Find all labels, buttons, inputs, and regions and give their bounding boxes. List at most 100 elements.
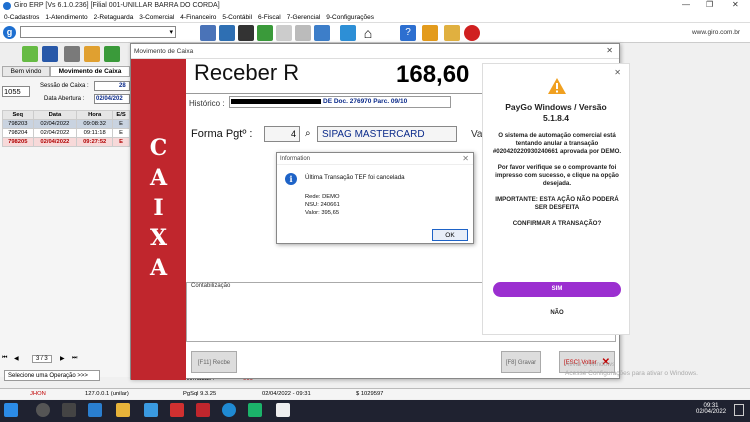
table-row[interactable]: 798204 02/04/2022 09:11:18 E: [2, 128, 130, 138]
app-icon-b[interactable]: [170, 403, 184, 417]
paygo-dialog: ✕ PayGo Windows / Versão 5.1.8.4 O siste…: [482, 63, 630, 335]
users-icon[interactable]: [200, 25, 216, 41]
menu-retaguarda[interactable]: 2-Retaguarda: [94, 12, 134, 23]
info-close-icon[interactable]: ✕: [462, 154, 469, 163]
search-icon[interactable]: [36, 403, 50, 417]
clock[interactable]: 09:31 02/04/2022: [696, 403, 726, 415]
money-bag-icon[interactable]: [84, 46, 100, 62]
prev-page-icon[interactable]: ◀: [14, 355, 19, 362]
first-page-icon[interactable]: ⏮: [2, 355, 7, 362]
gear-icon[interactable]: [295, 25, 311, 41]
minimize-icon[interactable]: —: [682, 0, 690, 9]
table-row[interactable]: 798203 02/04/2022 09:08:32 E: [2, 119, 130, 129]
historico-text: DE Doc. 276970 Parc. 09/10: [323, 98, 408, 105]
menu-comercial[interactable]: 3-Comercial: [139, 12, 174, 23]
caixa-banner: C A I X A: [131, 59, 186, 380]
menu-financeiro[interactable]: 4-Financeiro: [180, 12, 216, 23]
caixa-close-icon[interactable]: ✕: [606, 46, 613, 55]
app-icon-a[interactable]: [144, 403, 158, 417]
refresh-icon[interactable]: [340, 25, 356, 41]
code-field[interactable]: 1055: [2, 86, 30, 97]
vscode-icon[interactable]: [88, 403, 102, 417]
explorer-icon[interactable]: [116, 403, 130, 417]
app-icon-c[interactable]: [248, 403, 262, 417]
start-icon[interactable]: [4, 403, 18, 417]
table-row-selected[interactable]: 798205 02/04/2022 09:27:52 E: [2, 137, 130, 147]
caixa-letter: A: [149, 255, 168, 281]
cursor-icon[interactable]: [238, 25, 254, 41]
hand-icon[interactable]: [276, 25, 292, 41]
notification-icon[interactable]: [734, 404, 744, 416]
power-icon[interactable]: [464, 25, 480, 41]
status-ip: 127.0.0.1 (unilar): [85, 391, 129, 397]
cart-icon[interactable]: [257, 25, 273, 41]
gravar-button[interactable]: [F8] Gravar: [501, 351, 541, 373]
cell: E: [112, 128, 130, 138]
activation-watermark: Ativar o Windows Acesse Configurações pa…: [565, 360, 698, 378]
information-dialog: Information ✕ i Última Transação TEF foi…: [276, 152, 474, 244]
lock-icon[interactable]: [444, 25, 460, 41]
menu-contabil[interactable]: 5-Contábil: [222, 12, 252, 23]
close-icon[interactable]: ✕: [732, 0, 739, 9]
app-title-bar: Giro ERP [Vs 6.1.0.236] [Filial 001-UNIL…: [0, 0, 750, 12]
website-link[interactable]: www.giro.com.br: [692, 29, 740, 36]
cell: E: [112, 137, 130, 147]
cell: 798205: [2, 137, 34, 147]
menu-gerencial[interactable]: 7-Gerencial: [287, 12, 321, 23]
nao-button[interactable]: NÃO: [493, 310, 621, 322]
operation-select[interactable]: Selecione uma Operação >>>: [4, 370, 100, 381]
info-details: Rede: DEMO NSU: 240661 Valor: 395,65: [305, 193, 340, 217]
binoculars-icon[interactable]: ⌕: [305, 128, 311, 139]
sessao-value[interactable]: 28: [94, 81, 130, 91]
menu-configuracoes[interactable]: 9-Configurações: [326, 12, 374, 23]
truck-icon[interactable]: [314, 25, 330, 41]
col-seq[interactable]: Seq: [2, 110, 34, 120]
cell: 09:27:52: [76, 137, 114, 147]
sim-button[interactable]: SIM: [493, 282, 621, 297]
tab-bem-vindo[interactable]: Bem vindo: [2, 66, 50, 77]
forma-pgto-code[interactable]: 4: [264, 126, 300, 142]
last-page-icon[interactable]: ⏭: [72, 355, 77, 362]
menu-fiscal[interactable]: 6-Fiscal: [258, 12, 281, 23]
taskview-icon[interactable]: [62, 403, 76, 417]
tab-movimento-caixa[interactable]: Movimento de Caixa: [50, 66, 130, 77]
menu-atendimento[interactable]: 1-Atendimento: [45, 12, 87, 23]
watermark-line1: Ativar o Windows: [565, 361, 616, 368]
cell: 798203: [2, 119, 34, 129]
col-data[interactable]: Data: [32, 110, 78, 120]
data-abertura-value[interactable]: 02/04/202: [94, 94, 130, 104]
ok-button[interactable]: OK: [432, 229, 468, 241]
chart-icon[interactable]: [22, 46, 38, 62]
cash-icon[interactable]: [104, 46, 120, 62]
paygo-body2: Por favor verifique se o comprovante foi…: [495, 164, 619, 187]
caixa-letter: A: [149, 165, 168, 191]
home-icon[interactable]: ⌂: [360, 25, 376, 41]
help-icon[interactable]: ?: [400, 25, 416, 41]
paygo-close-icon[interactable]: ✕: [614, 68, 621, 77]
paygo-task-icon[interactable]: [276, 403, 290, 417]
page-indicator: 3 / 3: [32, 355, 52, 363]
save-icon[interactable]: [42, 46, 58, 62]
col-es[interactable]: E/S: [112, 110, 130, 120]
clock-date: 02/04/2022: [696, 409, 727, 415]
cube-icon[interactable]: [219, 25, 235, 41]
valor-total: 168,60: [396, 61, 470, 88]
edge-icon[interactable]: [222, 403, 236, 417]
dx-icon[interactable]: [196, 403, 210, 417]
col-hora[interactable]: Hora: [76, 110, 114, 120]
forma-pgto-label: Forma Pgtº :: [191, 128, 253, 140]
info-message: Última Transação TEF foi cancelada: [305, 174, 405, 181]
info-nsu: NSU: 240661: [305, 202, 340, 208]
status-db: PgSql 9.3.25: [183, 391, 217, 397]
operation-combo[interactable]: ▾: [20, 26, 176, 38]
menu-cadastros[interactable]: 0-Cadastros: [4, 12, 39, 23]
cell: E: [112, 119, 130, 129]
next-page-icon[interactable]: ▶: [60, 355, 65, 362]
folder-icon[interactable]: [422, 25, 438, 41]
redacted-bar: [231, 99, 321, 104]
cell: 798204: [2, 128, 34, 138]
recebe-button[interactable]: [F11] Recbe: [191, 351, 237, 373]
maximize-icon[interactable]: ❐: [706, 0, 713, 9]
info-title: Information: [277, 153, 473, 165]
print-icon[interactable]: [64, 46, 80, 62]
